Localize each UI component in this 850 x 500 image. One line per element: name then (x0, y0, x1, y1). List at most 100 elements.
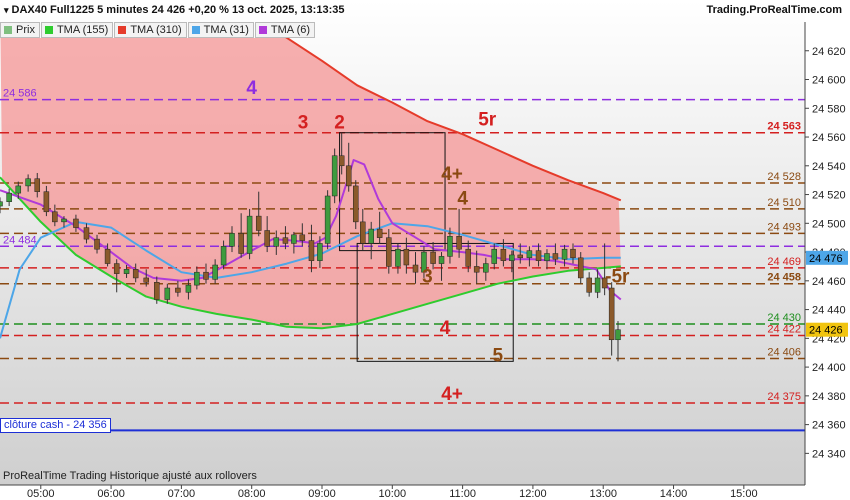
level-annotation: 4 (457, 189, 468, 210)
level-value-label: 24 375 (767, 391, 801, 403)
candle-body (229, 233, 235, 247)
candle-body (517, 254, 524, 259)
candle-body (456, 235, 462, 250)
level-value-label: 24 469 (767, 256, 801, 268)
candle-body (246, 215, 253, 254)
candle-body (15, 185, 22, 194)
legend-label: TMA (31) (203, 24, 249, 36)
candle-body (203, 271, 209, 280)
candle-body (299, 234, 306, 241)
legend-item-price[interactable]: Prix (0, 22, 40, 38)
candle-body (25, 178, 31, 187)
collapse-icon[interactable]: ▾ (4, 5, 9, 16)
x-tick-label: 09:00 (308, 488, 336, 500)
level-annotation: 3 (298, 112, 309, 133)
level-annotation: 4 (246, 78, 257, 99)
footer-note: ProRealTime Trading Historique ajusté au… (3, 470, 257, 482)
candle-body (43, 191, 50, 213)
level-value-label: 24 458 (767, 272, 801, 284)
legend-label: TMA (310) (130, 24, 182, 36)
tma310-swatch-icon (118, 26, 127, 34)
candle-body (473, 266, 480, 273)
candle-body (0, 201, 3, 207)
candle-body (570, 248, 576, 259)
y-tick-label: 24 460 (812, 276, 846, 288)
y-tick-label: 24 560 (812, 132, 846, 144)
tma155-swatch-icon (44, 26, 53, 34)
y-tick-label: 24 500 (812, 218, 846, 230)
candle-body (194, 271, 200, 286)
candle-body (282, 237, 289, 244)
cash-close-label: clôture cash - 24 356 (0, 418, 111, 433)
candle-body (308, 240, 315, 261)
y-tick-label: 24 520 (812, 190, 846, 202)
chart-title-text: DAX40 Full1225 5 minutes 24 426 +0,20 % … (11, 4, 345, 16)
level-value-label: 24 528 (767, 171, 801, 183)
candle-body (491, 248, 497, 264)
legend-item-tma155[interactable]: TMA (155) (40, 22, 114, 38)
candle-body (185, 284, 192, 293)
tma31-last-label: 24 476 (809, 253, 843, 265)
level-value-label: 24 484 (3, 234, 37, 246)
legend-label: Prix (16, 24, 35, 36)
candle-body (132, 269, 139, 279)
price-swatch-icon (4, 26, 12, 34)
candle-body (73, 218, 79, 228)
candle-body (561, 248, 568, 260)
candle-body (526, 250, 533, 259)
legend-item-tma310[interactable]: TMA (310) (114, 22, 187, 38)
candle-body (535, 250, 542, 261)
level-annotation: 4 (440, 318, 451, 339)
level-annotation: 4+ (441, 384, 463, 405)
candle-body (352, 185, 359, 223)
x-tick-label: 07:00 (168, 488, 196, 500)
candle-body (395, 248, 401, 267)
legend-label: TMA (6) (270, 24, 311, 36)
candle-body (608, 287, 615, 341)
candle-body (544, 253, 550, 261)
candle-body (212, 264, 218, 280)
y-tick-label: 24 340 (812, 448, 846, 460)
cash-close-text: clôture cash - (4, 419, 71, 431)
y-tick-label: 24 400 (812, 362, 846, 374)
x-tick-label: 14:00 (660, 488, 688, 500)
tma6-swatch-icon (258, 26, 267, 34)
level-annotation: -5r (605, 266, 630, 287)
legend-item-tma31[interactable]: TMA (31) (187, 22, 254, 38)
candle-body (376, 228, 383, 238)
indicator-legend: Prix TMA (155) TMA (310) TMA (31) TMA (6… (0, 22, 316, 38)
candle-body (104, 248, 111, 264)
price-chart[interactable]: 4 3 2 5r 4+ 4 3 -5r 4 5 4+ 24 340 24 360 24 380 24 40… (0, 0, 850, 500)
candle-body (164, 287, 171, 300)
candle-body (220, 246, 227, 266)
y-tick-label: 24 600 (812, 75, 846, 87)
level-value-label: 24 406 (767, 346, 801, 358)
chart-title: ▾ DAX40 Full1225 5 minutes 24 426 +0,20 … (4, 4, 344, 16)
level-value-label: 24 430 (767, 312, 801, 324)
candle-body (264, 230, 270, 247)
candle-body (324, 195, 331, 244)
candle-body (345, 165, 352, 187)
y-tick-label: 24 580 (812, 103, 846, 115)
candle-body (386, 237, 392, 267)
y-tick-label: 24 440 (812, 305, 846, 317)
candle-body (430, 251, 436, 264)
candle-body (6, 192, 12, 202)
candle-body (291, 234, 297, 244)
y-tick-label: 24 360 (812, 420, 846, 432)
candle-body (552, 253, 559, 260)
level-annotation: 3 (422, 266, 433, 287)
legend-label: TMA (155) (56, 24, 109, 36)
candle-body (255, 215, 262, 231)
candle-body (509, 254, 515, 261)
tma31-swatch-icon (191, 26, 200, 34)
cash-close-value: 24 356 (73, 419, 107, 431)
candle-body (594, 277, 601, 293)
level-value-label: 24 493 (767, 221, 801, 233)
chart-header: ▾ DAX40 Full1225 5 minutes 24 426 +0,20 … (0, 0, 850, 22)
x-tick-label: 13:00 (589, 488, 617, 500)
x-tick-label: 11:00 (449, 488, 476, 500)
legend-item-tma6[interactable]: TMA (6) (254, 22, 316, 38)
candle-body (61, 218, 67, 223)
level-value-label: 24 422 (767, 323, 801, 335)
